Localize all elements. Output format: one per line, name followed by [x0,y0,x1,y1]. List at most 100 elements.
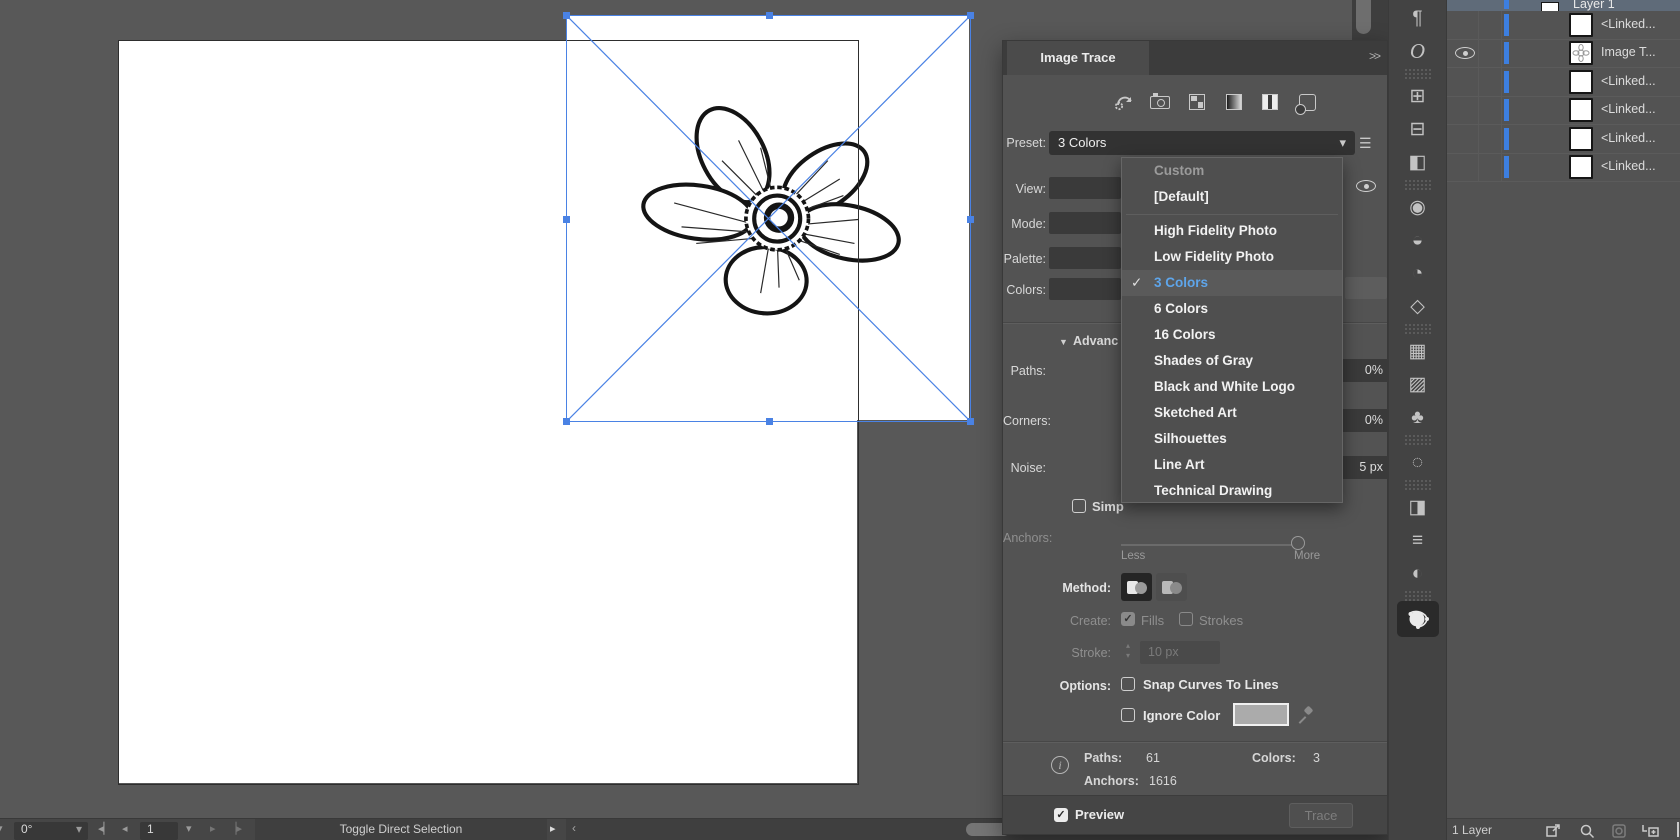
layer-row[interactable]: <Linked... [1447,153,1680,182]
snap-curves-checkbox[interactable] [1121,677,1135,691]
colors-value-field[interactable] [1345,277,1387,299]
paragraph-panel-icon[interactable]: ¶ [1389,2,1447,35]
preset-menu-item[interactable]: 16 Colors [1122,322,1342,348]
handle-top-right[interactable] [967,12,974,19]
preset-menu-item[interactable]: Black and White Logo [1122,374,1342,400]
preset-menu-item[interactable]: [Default] [1122,184,1342,210]
transform-panel-icon[interactable]: ⊞ [1389,80,1447,113]
preset-menu-item[interactable]: Shades of Gray [1122,348,1342,374]
new-sublayer-icon[interactable] [1641,823,1659,839]
first-artboard-button[interactable]: ◂▏ [98,822,112,835]
stroke-stepper[interactable]: ▴▾ [1121,641,1135,663]
layer-row[interactable]: Image T... [1447,39,1680,68]
handle-top-left[interactable] [563,12,570,19]
artboard-number-field[interactable]: 1 [140,822,178,840]
preset-menu-item[interactable]: ✓3 Colors [1122,270,1342,296]
brushes-panel-icon[interactable]: ▨ [1389,368,1447,401]
handle-bottom-left[interactable] [563,418,570,425]
chevron-down-icon[interactable]: ▾ [0,822,3,835]
simplify-checkbox[interactable] [1072,499,1086,513]
anchors-slider-track[interactable] [1121,544,1303,546]
image-trace-active-tile[interactable] [1397,601,1439,637]
layer-row[interactable]: <Linked... [1447,125,1680,154]
vertical-scrollbar-thumb[interactable] [1356,0,1371,34]
appearance-panel-icon[interactable]: ◌ [1389,446,1447,479]
high-color-photo-icon[interactable] [1147,89,1173,115]
previous-artboard-button[interactable]: ◂ [122,822,128,835]
dock-grip[interactable] [1403,591,1433,601]
layer-item-name[interactable]: <Linked... [1601,17,1656,31]
stroke-value-field[interactable]: 10 px [1140,641,1220,664]
artboard-dropdown-chevron-icon[interactable]: ▾ [186,822,192,835]
rotation-dropdown[interactable]: 0° ▾ [14,822,88,840]
visibility-eye-icon[interactable] [1455,47,1475,59]
view-eye-icon[interactable] [1356,180,1376,192]
palette-dropdown[interactable] [1049,247,1121,269]
strokes-checkbox[interactable] [1179,612,1193,626]
grayscale-icon[interactable] [1221,89,1247,115]
dock-grip[interactable] [1403,69,1433,79]
layer-thumbnail[interactable] [1569,127,1593,151]
advanced-disclosure-icon[interactable]: ▼ [1059,337,1068,347]
vertical-scrollbar[interactable] [1352,0,1388,40]
layer-row-layer1[interactable]: Layer 1 [1447,0,1680,11]
preset-menu-item[interactable]: Technical Drawing [1122,478,1342,504]
ignore-color-swatch[interactable] [1233,703,1289,726]
layer-row[interactable]: <Linked... [1447,11,1680,40]
ignore-color-checkbox[interactable] [1121,708,1135,722]
status-tool-display[interactable]: Toggle Direct Selection [255,819,547,840]
preset-menu-item[interactable]: Low Fidelity Photo [1122,244,1342,270]
layer-thumbnail[interactable] [1569,98,1593,122]
swatches-panel-icon[interactable]: ▦ [1389,335,1447,368]
preview-checkbox[interactable]: ✓ [1054,808,1068,822]
layer-name[interactable]: Layer 1 [1573,0,1615,11]
layer-item-name[interactable]: <Linked... [1601,131,1656,145]
anchors-slider-knob[interactable] [1291,536,1305,550]
auto-color-icon[interactable] [1111,89,1137,115]
perspective-panel-icon[interactable]: ◇ [1389,290,1447,323]
layer-thumbnail[interactable] [1541,2,1559,11]
method-overlapping-button[interactable] [1156,573,1187,601]
clipping-mask-icon[interactable] [1611,823,1627,839]
gradient-annotator-panel-icon[interactable]: ◔ [1389,257,1447,290]
eyedropper-icon[interactable] [1297,706,1313,722]
view-dropdown[interactable] [1049,177,1121,199]
layer-item-name[interactable]: <Linked... [1601,74,1656,88]
mode-dropdown[interactable] [1049,212,1121,234]
dock-grip[interactable] [1403,324,1433,334]
handle-top-center[interactable] [766,12,773,19]
dock-grip[interactable] [1403,435,1433,445]
preset-dropdown[interactable]: 3 Colors ▾ [1049,131,1355,155]
outline-icon[interactable] [1294,89,1320,115]
selection-bounding-box[interactable] [566,15,971,422]
low-color-logo-icon[interactable] [1184,89,1210,115]
colors-slider[interactable] [1049,278,1121,300]
transparency-panel-icon[interactable]: ◐ [1389,557,1447,590]
panel-menu-icon[interactable]: ☰ [1359,135,1381,151]
next-artboard-button[interactable]: ▸ [210,822,216,835]
trace-button[interactable]: Trace [1289,803,1353,828]
new-layer-icon[interactable] [1677,822,1679,837]
preset-menu-item[interactable]: Custom [1122,158,1342,184]
pathfinder-panel-icon[interactable]: ◧ [1389,146,1447,179]
layer-thumbnail[interactable] [1569,70,1593,94]
layer-item-name[interactable]: <Linked... [1601,102,1656,116]
stroke-panel-icon[interactable]: ≡ [1389,524,1447,557]
layer-item-name[interactable]: <Linked... [1601,159,1656,173]
layer-thumbnail[interactable] [1569,13,1593,37]
dock-grip[interactable] [1403,180,1433,190]
locate-object-icon[interactable] [1579,823,1595,839]
gradient-panel-icon[interactable]: ◨ [1389,491,1447,524]
layer-row[interactable]: <Linked... [1447,68,1680,97]
handle-bottom-right[interactable] [967,418,974,425]
dock-grip[interactable] [1403,480,1433,490]
symbols-panel-icon[interactable]: ♣ [1389,401,1447,434]
export-icon[interactable] [1545,823,1561,839]
black-and-white-icon[interactable] [1257,89,1283,115]
glyphs-o-panel-icon[interactable]: O [1389,35,1447,68]
preset-menu-item[interactable]: Line Art [1122,452,1342,478]
handle-middle-left[interactable] [563,216,570,223]
advanced-label[interactable]: Advanc [1073,334,1118,348]
image-trace-tab[interactable]: Image Trace [1007,41,1149,75]
preset-menu-item[interactable]: Sketched Art [1122,400,1342,426]
